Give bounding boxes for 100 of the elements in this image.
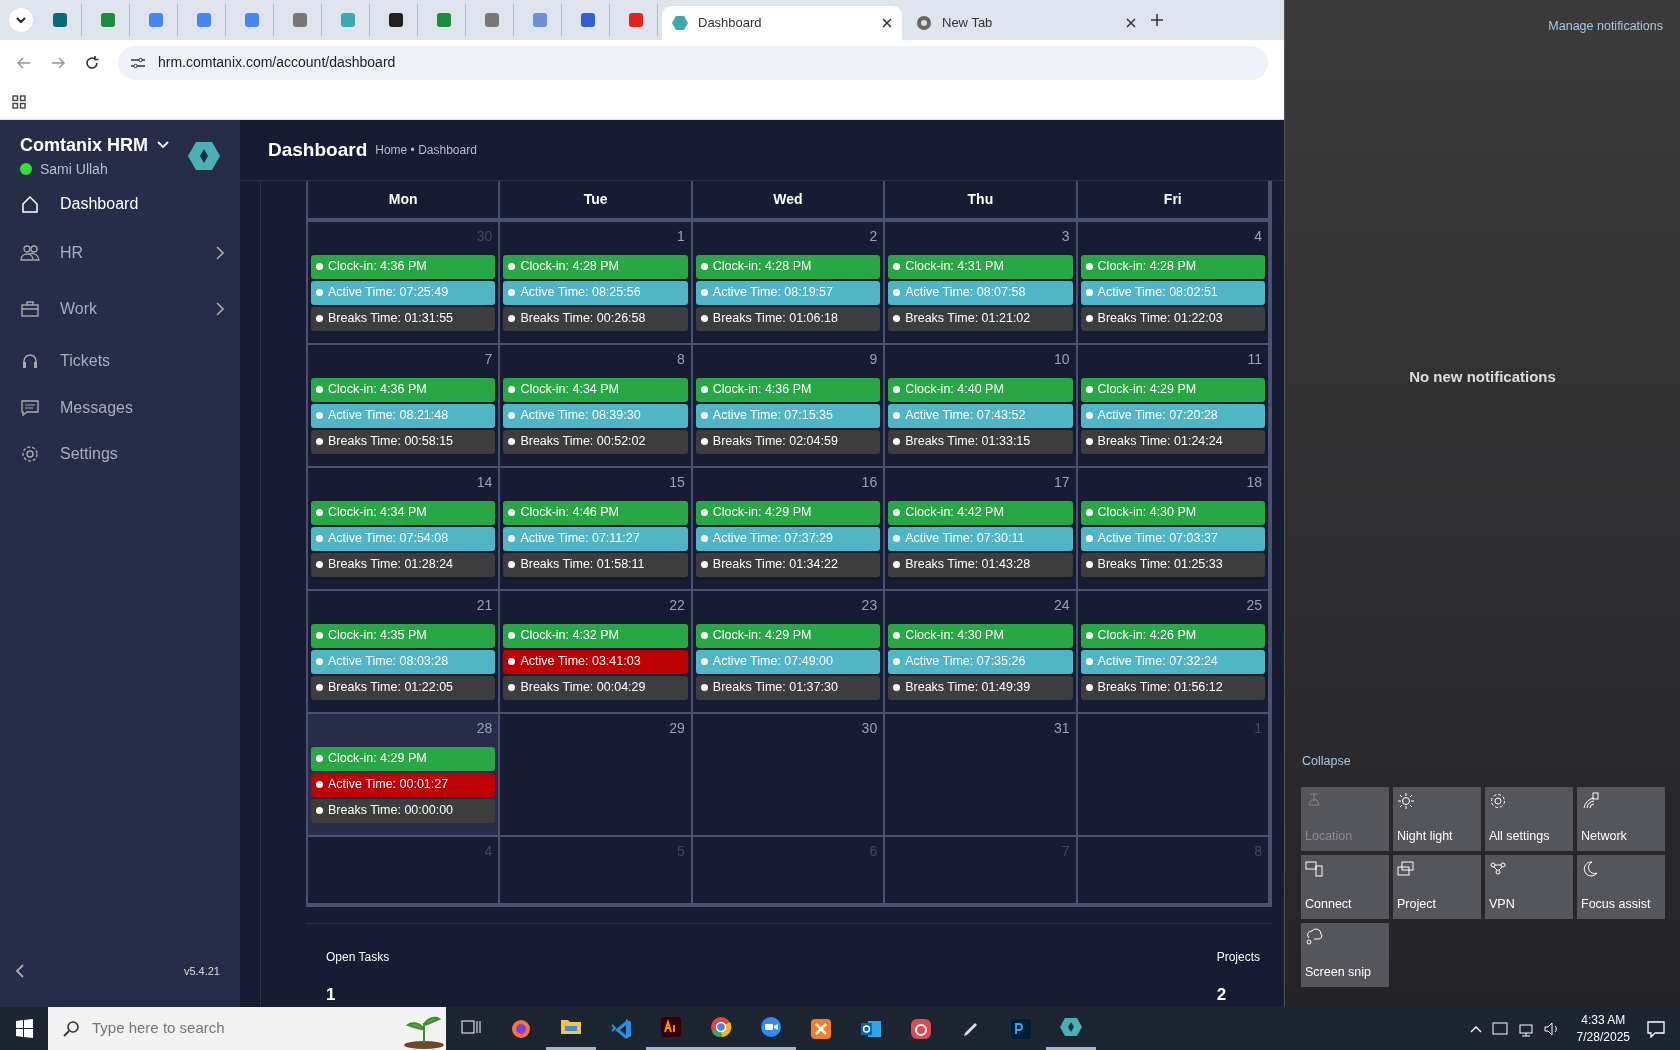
collapse-sidebar-icon[interactable]: [16, 963, 24, 978]
day-number: 1: [677, 226, 686, 246]
new-tab-icon[interactable]: [1150, 13, 1164, 27]
calendar-day[interactable]: 25 Clock-in: 4:26 PM Active Time: 07:32:24 Breaks Time: 01:56:12: [1077, 590, 1270, 714]
chevron-down-icon[interactable]: [156, 140, 170, 150]
taskbar-search-field[interactable]: Type here to search: [90, 1016, 392, 1041]
calendar-event[interactable]: Breaks Time: 01:49:39: [888, 675, 1073, 700]
calendar-day[interactable]: 16 Clock-in: 4:29 PM Active Time: 07:37:29 Breaks Time: 01:34:22: [692, 467, 886, 591]
apps-grid-icon[interactable]: [12, 95, 26, 109]
calendar-event[interactable]: Breaks Time: 01:06:18: [695, 306, 881, 331]
device-icon[interactable]: [1490, 1020, 1509, 1037]
taskbar-clock[interactable]: 4:33 AM 7/28/2025: [1576, 1012, 1630, 1045]
notification-icon[interactable]: [1646, 1019, 1666, 1038]
calendar-day[interactable]: 2 Clock-in: 4:28 PM Active Time: 08:19:57 Breaks Time: 01:06:18: [692, 221, 886, 345]
calendar-event[interactable]: Breaks Time: 01:34:22: [695, 552, 881, 577]
calendar-event[interactable]: Breaks Time: 01:22:03: [1080, 306, 1265, 331]
weekday-header: Tue: [500, 180, 693, 222]
browser-tab[interactable]: New Tab: [906, 6, 1146, 40]
calendar-day[interactable]: 24 Clock-in: 4:30 PM Active Time: 07:35:26 Breaks Time: 01:49:39: [885, 590, 1078, 714]
calendar-day[interactable]: 7 Clock-in: 4:36 PM Active Time: 08:21:48 Breaks Time: 00:58:15: [308, 344, 501, 468]
manage-notifications-link[interactable]: Manage notifications: [1548, 17, 1663, 36]
calendar-event[interactable]: Breaks Time: 01:37:30: [695, 675, 881, 700]
calendar-day[interactable]: 30: [692, 713, 886, 837]
quick-action-tile[interactable]: Connect: [1301, 855, 1389, 919]
forward-icon[interactable]: [50, 54, 66, 71]
quick-action-tile[interactable]: Network: [1577, 787, 1665, 851]
calendar-event[interactable]: Breaks Time: 01:58:11: [503, 552, 688, 577]
site-settings-icon[interactable]: [130, 55, 146, 70]
nav-item[interactable]: Work: [0, 281, 240, 337]
tab-list-icon[interactable]: [8, 7, 34, 33]
back-icon[interactable]: [16, 54, 32, 71]
calendar-day[interactable]: 29: [500, 713, 693, 837]
calendar-day[interactable]: 17 Clock-in: 4:42 PM Active Time: 07:30:11 Breaks Time: 01:43:28: [885, 467, 1078, 591]
code-editor-icon: [609, 1016, 633, 1041]
quick-action-tile[interactable]: Focus assist: [1577, 855, 1665, 919]
collapse-link[interactable]: Collapse: [1302, 752, 1351, 771]
taskbar-search-bar[interactable]: Type here to search: [48, 1007, 446, 1050]
calendar-event[interactable]: Breaks Time: 01:24:24: [1080, 429, 1265, 454]
calendar-event[interactable]: Breaks Time: 02:04:59: [695, 429, 881, 454]
close-icon[interactable]: [882, 18, 892, 28]
calendar-day[interactable]: 28 Clock-in: 4:29 PM Active Time: 00:01:27 Breaks Time: 00:00:00: [308, 713, 501, 837]
calendar-event[interactable]: Breaks Time: 01:56:12: [1080, 675, 1265, 700]
calendar-event[interactable]: Breaks Time: 00:04:29: [503, 675, 688, 700]
calendar-day[interactable]: 21 Clock-in: 4:35 PM Active Time: 08:03:28 Breaks Time: 01:22:05: [308, 590, 501, 714]
quick-action-tile[interactable]: All settings: [1485, 787, 1573, 851]
calendar-event[interactable]: Active Time: 00:01:27: [311, 772, 496, 797]
nav-item[interactable]: Tickets: [0, 337, 240, 385]
calendar-event[interactable]: Breaks Time: 00:26:58: [503, 306, 688, 331]
calendar-day[interactable]: 1 Clock-in: 4:28 PM Active Time: 08:25:56 Breaks Time: 00:26:58: [500, 221, 693, 345]
calendar-event[interactable]: Breaks Time: 01:22:05: [311, 675, 496, 700]
calendar-day[interactable]: 15 Clock-in: 4:46 PM Active Time: 07:11:27 Breaks Time: 01:58:11: [500, 467, 693, 591]
day-number: 23: [861, 595, 879, 615]
quick-action-tile[interactable]: Project: [1393, 855, 1481, 919]
calendar-event[interactable]: Breaks Time: 00:52:02: [503, 429, 688, 454]
site-favicon-icon[interactable]: [387, 12, 404, 28]
nav-item[interactable]: Dashboard: [0, 183, 240, 225]
nav-item[interactable]: HR: [0, 225, 240, 281]
calendar-day[interactable]: 23 Clock-in: 4:29 PM Active Time: 07:49:00 Breaks Time: 01:37:30: [692, 590, 886, 714]
calendar-day[interactable]: 10 Clock-in: 4:40 PM Active Time: 07:43:52 Breaks Time: 01:33:15: [885, 344, 1078, 468]
close-icon[interactable]: [1126, 18, 1136, 28]
nav-item[interactable]: Messages: [0, 385, 240, 431]
calendar-day[interactable]: 8 Clock-in: 4:34 PM Active Time: 08:39:30 Breaks Time: 00:52:02: [500, 344, 693, 468]
search-icon: [62, 1019, 80, 1038]
calendar-event[interactable]: Breaks Time: 01:21:02: [888, 306, 1073, 331]
day-number: 18: [1246, 472, 1263, 492]
calendar-event[interactable]: Breaks Time: 01:31:55: [311, 306, 496, 331]
snip-icon: [1305, 928, 1323, 946]
weekday-header: Wed: [692, 180, 886, 222]
calendar-event[interactable]: Breaks Time: 00:58:15: [311, 429, 496, 454]
calendar-day[interactable]: 18 Clock-in: 4:30 PM Active Time: 07:03:37 Breaks Time: 01:25:33: [1077, 467, 1270, 591]
nav-item[interactable]: Settings: [0, 431, 240, 477]
quick-action-tile[interactable]: VPN: [1485, 855, 1573, 919]
calendar-day[interactable]: 14 Clock-in: 4:34 PM Active Time: 07:54:08 Breaks Time: 01:28:24: [308, 467, 501, 591]
browser-tab[interactable]: Dashboard: [662, 6, 902, 40]
reload-icon[interactable]: [84, 54, 100, 71]
chevron-right-icon: [216, 302, 224, 316]
breadcrumb: Home • Dashboard: [375, 141, 477, 159]
gear-icon: [1489, 792, 1507, 810]
day-number: 4: [1254, 226, 1263, 246]
calendar-day[interactable]: 4 Clock-in: 4:28 PM Active Time: 08:02:51 Breaks Time: 01:22:03: [1077, 221, 1270, 345]
calendar-event[interactable]: Breaks Time: 01:25:33: [1080, 552, 1265, 577]
calendar-event[interactable]: Breaks Time: 00:00:00: [311, 798, 496, 823]
empty-notifications-text: No new notifications: [1409, 366, 1556, 387]
calendar-day[interactable]: 11 Clock-in: 4:29 PM Active Time: 07:20:28 Breaks Time: 01:24:24: [1077, 344, 1270, 468]
calendar-day[interactable]: 9 Clock-in: 4:36 PM Active Time: 07:15:35 Breaks Time: 02:04:59: [692, 344, 886, 468]
calendar-event[interactable]: Breaks Time: 01:43:28: [888, 552, 1073, 577]
address-bar[interactable]: hrm.comtanix.com/account/dashboard: [118, 45, 1268, 80]
calendar-event[interactable]: Active Time: 03:41:03: [503, 649, 688, 674]
calendar-day[interactable]: 3 Clock-in: 4:31 PM Active Time: 08:07:58 Breaks Time: 01:21:02: [885, 221, 1078, 345]
calendar-day[interactable]: 22 Clock-in: 4:32 PM Active Time: 03:41:03 Breaks Time: 00:04:29: [500, 590, 693, 714]
video-camera-icon: [759, 1015, 783, 1039]
stat-value: 1: [326, 983, 337, 1006]
message-icon: [20, 398, 40, 418]
calendar-event[interactable]: Breaks Time: 01:33:15: [888, 429, 1073, 454]
calendar-event[interactable]: Breaks Time: 01:28:24: [311, 552, 496, 577]
settings-icon: [20, 444, 40, 464]
day-number: 11: [1247, 349, 1263, 369]
calendar-day[interactable]: 31: [885, 713, 1078, 837]
quick-action-tile[interactable]: Screen snip: [1301, 923, 1389, 987]
quick-action-tile[interactable]: Night light: [1393, 787, 1481, 851]
